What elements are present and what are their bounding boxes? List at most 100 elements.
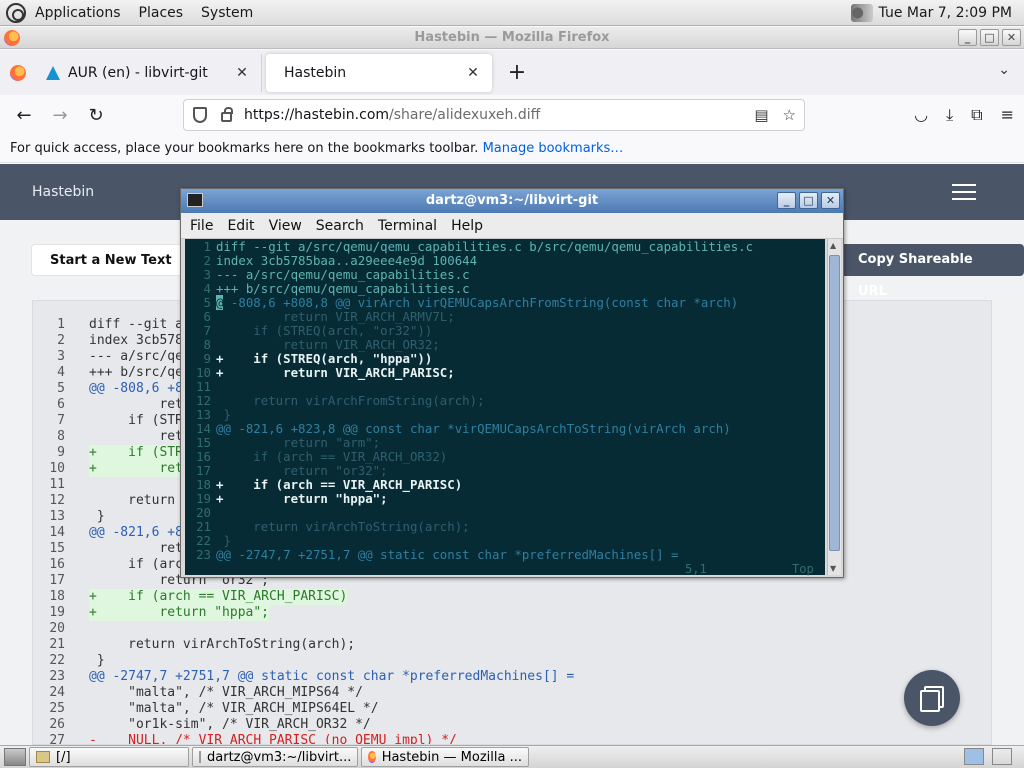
panel-clock[interactable]: Tue Mar 7, 2:09 PM bbox=[879, 5, 1012, 21]
line-number: 9 bbox=[57, 445, 65, 460]
terminal-line: 3 --- a/src/qemu/qemu_capabilities.c bbox=[185, 268, 825, 282]
terminal-line-number: 8 bbox=[203, 337, 211, 352]
terminal-menu-search[interactable]: Search bbox=[307, 218, 369, 234]
terminal-titlebar[interactable]: dartz@vm3:~/libvirt-git _ □ ✕ bbox=[181, 189, 843, 213]
terminal-menu-edit[interactable]: Edit bbox=[218, 218, 259, 234]
terminal-line: 22 } bbox=[185, 534, 825, 548]
line-number: 15 bbox=[49, 541, 65, 556]
system-menu[interactable]: System bbox=[192, 0, 262, 26]
terminal-line-number: 21 bbox=[196, 519, 211, 534]
terminal-menubar: File Edit View Search Terminal Help bbox=[181, 213, 843, 239]
hastebin-menu-icon[interactable] bbox=[952, 184, 976, 205]
close-button[interactable]: ✕ bbox=[1002, 29, 1021, 46]
scroll-position: Top bbox=[792, 562, 814, 576]
start-new-text-button[interactable]: Start a New Text bbox=[31, 244, 191, 276]
terminal-close-button[interactable]: ✕ bbox=[821, 192, 840, 209]
reader-view-icon[interactable]: ▤ bbox=[754, 106, 768, 124]
line-number: 17 bbox=[49, 573, 65, 588]
scroll-up-icon[interactable]: ▲ bbox=[830, 241, 836, 250]
terminal-line: 7 if (STREQ(arch, "or32")) bbox=[185, 324, 825, 338]
list-all-tabs-chevron-icon[interactable]: ⌄ bbox=[998, 62, 1010, 78]
new-tab-button[interactable]: + bbox=[502, 60, 532, 85]
terminal-maximize-button[interactable]: □ bbox=[799, 192, 818, 209]
copy-shareable-url-button[interactable]: Copy Shareable URL bbox=[840, 244, 1024, 299]
hamburger-menu-icon[interactable]: ≡ bbox=[1001, 105, 1014, 125]
line-number: 22 bbox=[49, 653, 65, 668]
pocket-icon[interactable]: ◡ bbox=[914, 105, 928, 125]
copy-floating-icon[interactable] bbox=[904, 670, 960, 726]
line-number: 24 bbox=[49, 685, 65, 700]
firefox-view-button[interactable] bbox=[0, 64, 36, 81]
terminal-line-number: 7 bbox=[203, 323, 211, 338]
terminal-icon bbox=[187, 193, 203, 207]
manage-bookmarks-link[interactable]: Manage bookmarks… bbox=[483, 141, 624, 156]
terminal-line-number: 23 bbox=[196, 547, 211, 562]
terminal-line: 18 + if (arch == VIR_ARCH_PARISC) bbox=[185, 478, 825, 492]
terminal-menu-view[interactable]: View bbox=[260, 218, 307, 234]
tab-close-icon[interactable]: ✕ bbox=[233, 65, 251, 81]
task-label: dartz@vm3:~/libvirt... bbox=[207, 749, 352, 765]
hastebin-brand[interactable]: Hastebin bbox=[32, 184, 94, 200]
terminal-menu-help[interactable]: Help bbox=[442, 218, 488, 234]
line-number: 20 bbox=[49, 621, 65, 636]
terminal-line-text: @ -808,6 +808,8 @@ virArch virQEMUCapsAr… bbox=[216, 295, 738, 310]
scrollbar-thumb[interactable] bbox=[829, 255, 840, 551]
lock-icon[interactable] bbox=[221, 107, 233, 122]
terminal-screen[interactable]: 1 diff --git a/src/qemu/qemu_capabilities… bbox=[185, 239, 825, 575]
show-desktop-button[interactable] bbox=[4, 748, 26, 766]
terminal-window[interactable]: dartz@vm3:~/libvirt-git _ □ ✕ File Edit … bbox=[180, 188, 844, 578]
line-number: 25 bbox=[49, 701, 65, 716]
extensions-icon[interactable]: ⧉ bbox=[971, 105, 982, 125]
line-number: 4 bbox=[57, 365, 65, 380]
terminal-line-number: 6 bbox=[203, 309, 211, 324]
task-file-browser[interactable]: [/] bbox=[29, 747, 189, 767]
line-number: 13 bbox=[49, 509, 65, 524]
terminal-line-text: + if (STREQ(arch, "hppa")) bbox=[216, 351, 433, 366]
line-number: 11 bbox=[49, 477, 65, 492]
volume-icon[interactable] bbox=[850, 3, 873, 22]
line-number: 10 bbox=[49, 461, 65, 476]
maximize-button[interactable]: □ bbox=[980, 29, 999, 46]
terminal-menu-file[interactable]: File bbox=[181, 218, 218, 234]
line-text: diff --git a bbox=[89, 317, 183, 332]
bookmark-star-icon[interactable]: ☆ bbox=[783, 106, 796, 124]
terminal-line-text: diff --git a/src/qemu/qemu_capabilities.… bbox=[216, 239, 754, 254]
task-firefox[interactable]: Hastebin — Mozilla ... bbox=[361, 747, 529, 767]
tab-aur[interactable]: AUR (en) - libvirt-git ✕ bbox=[36, 53, 262, 92]
line-number: 27 bbox=[49, 733, 65, 745]
places-menu[interactable]: Places bbox=[130, 0, 193, 26]
terminal-scrollbar[interactable]: ▲ ▼ bbox=[827, 239, 841, 575]
terminal-line: 6 return VIR_ARCH_ARMV7L; bbox=[185, 310, 825, 324]
downloads-icon[interactable]: ⤓ bbox=[946, 105, 953, 125]
url-text[interactable]: https://hastebin.com/share/alidexuxeh.di… bbox=[244, 107, 540, 123]
reload-button[interactable]: ↻ bbox=[78, 105, 114, 126]
terminal-line: 1 diff --git a/src/qemu/qemu_capabilities… bbox=[185, 240, 825, 254]
terminal-line: 21 return virArchToString(arch); bbox=[185, 520, 825, 534]
minimize-button[interactable]: _ bbox=[958, 29, 977, 46]
task-terminal[interactable]: dartz@vm3:~/libvirt... bbox=[192, 747, 358, 767]
terminal-title: dartz@vm3:~/libvirt-git bbox=[425, 193, 599, 208]
url-bar[interactable]: https://hastebin.com/share/alidexuxeh.di… bbox=[183, 99, 805, 131]
line-number: 23 bbox=[49, 669, 65, 684]
terminal-line: 11 bbox=[185, 380, 825, 394]
workspace-1[interactable] bbox=[964, 748, 984, 765]
tab-hastebin[interactable]: Hastebin ✕ bbox=[266, 53, 492, 92]
line-text: "or1k-sim", /* VIR_ARCH_OR32 */ bbox=[89, 717, 371, 732]
workspace-switcher bbox=[964, 748, 1012, 765]
applications-menu[interactable]: Applications bbox=[26, 0, 130, 26]
terminal-line-text: return VIR_ARCH_OR32; bbox=[216, 337, 440, 352]
debian-logo-icon[interactable] bbox=[6, 2, 26, 23]
back-button[interactable]: ← bbox=[6, 105, 42, 126]
workspace-2[interactable] bbox=[992, 748, 1012, 765]
terminal-line-number: 13 bbox=[196, 407, 211, 422]
terminal-line-text: } bbox=[216, 407, 231, 422]
terminal-minimize-button[interactable]: _ bbox=[777, 192, 796, 209]
terminal-line-text: return "or32"; bbox=[216, 463, 388, 478]
terminal-line-number: 2 bbox=[203, 253, 211, 268]
terminal-window-controls: _ □ ✕ bbox=[777, 192, 840, 209]
scroll-down-icon[interactable]: ▼ bbox=[830, 564, 836, 573]
tracking-shield-icon[interactable] bbox=[193, 107, 207, 123]
forward-button[interactable]: → bbox=[42, 105, 78, 126]
terminal-menu-terminal[interactable]: Terminal bbox=[369, 218, 442, 234]
tab-close-icon[interactable]: ✕ bbox=[464, 65, 482, 81]
